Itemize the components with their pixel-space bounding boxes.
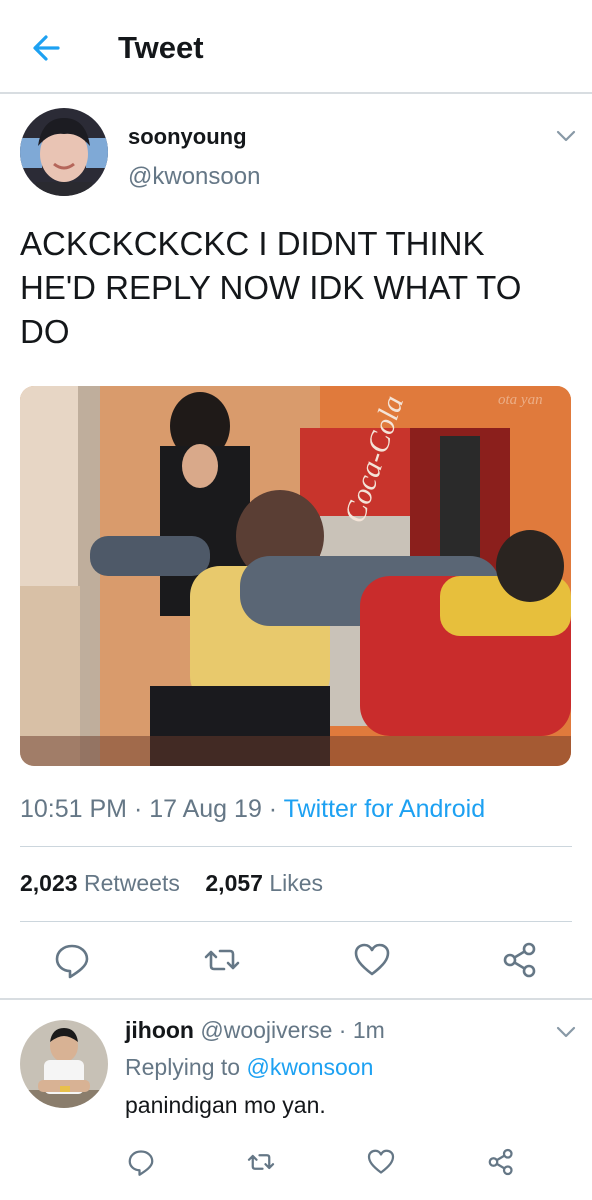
likes-label: Likes xyxy=(269,870,324,896)
heart-icon[interactable] xyxy=(366,1147,396,1177)
reply-header: jihoon @woojiverse · 1m xyxy=(125,1017,385,1044)
reply-time: 1m xyxy=(352,1017,385,1043)
share-icon[interactable] xyxy=(500,940,540,980)
reply-text: panindigan mo yan. xyxy=(125,1092,326,1118)
meta-separator: · xyxy=(261,795,284,823)
replying-to: Replying to @kwonsoon xyxy=(125,1054,373,1081)
replying-to-handle-link[interactable]: @kwonsoon xyxy=(246,1054,373,1080)
likes-stat[interactable]: 2,057 Likes xyxy=(205,870,323,896)
likes-count: 2,057 xyxy=(205,870,263,896)
engagement-stats: 2,023 Retweets 2,057 Likes xyxy=(20,870,323,897)
chevron-down-icon[interactable] xyxy=(554,1020,578,1044)
reply-author-name[interactable]: jihoon xyxy=(125,1017,194,1043)
tweet-date: 17 Aug 19 xyxy=(149,795,262,823)
author-avatar[interactable] xyxy=(20,108,108,196)
media-corner-watermark: ota yan xyxy=(498,392,543,408)
comment-icon[interactable] xyxy=(52,940,92,980)
reply-author-handle[interactable]: @woojiverse xyxy=(200,1017,332,1043)
tweet-time: 10:51 PM xyxy=(20,795,128,823)
author-name[interactable]: soonyoung xyxy=(128,124,247,150)
tweet-source-link[interactable]: Twitter for Android xyxy=(284,795,485,823)
reply-author-avatar[interactable] xyxy=(20,1020,108,1108)
retweet-icon[interactable] xyxy=(202,940,242,980)
reply-divider xyxy=(0,998,592,1000)
author-handle[interactable]: @kwonsoon xyxy=(128,163,260,191)
share-icon[interactable] xyxy=(486,1147,516,1177)
tweet-media[interactable]: Coca-Cola ota yan xyxy=(20,386,571,766)
divider xyxy=(20,846,572,847)
meta-separator: · xyxy=(332,1017,353,1043)
tweet-meta: 10:51 PM · 17 Aug 19 · Twitter for Andro… xyxy=(20,795,485,824)
retweets-label: Retweets xyxy=(83,870,180,896)
comment-icon[interactable] xyxy=(126,1147,156,1177)
back-arrow-icon[interactable] xyxy=(28,28,68,68)
retweet-icon[interactable] xyxy=(246,1147,276,1177)
meta-separator: · xyxy=(127,795,150,823)
top-bar xyxy=(0,0,592,94)
tweet-text: ACKCKCKCKC I DIDNT THINK HE'D REPLY NOW … xyxy=(20,225,522,350)
chevron-down-icon[interactable] xyxy=(554,124,578,148)
retweets-count: 2,023 xyxy=(20,870,78,896)
retweets-stat[interactable]: 2,023 Retweets xyxy=(20,870,180,896)
divider xyxy=(20,921,572,922)
heart-icon[interactable] xyxy=(352,940,392,980)
page-title: Tweet xyxy=(118,30,204,65)
replying-to-label: Replying to xyxy=(125,1054,247,1080)
